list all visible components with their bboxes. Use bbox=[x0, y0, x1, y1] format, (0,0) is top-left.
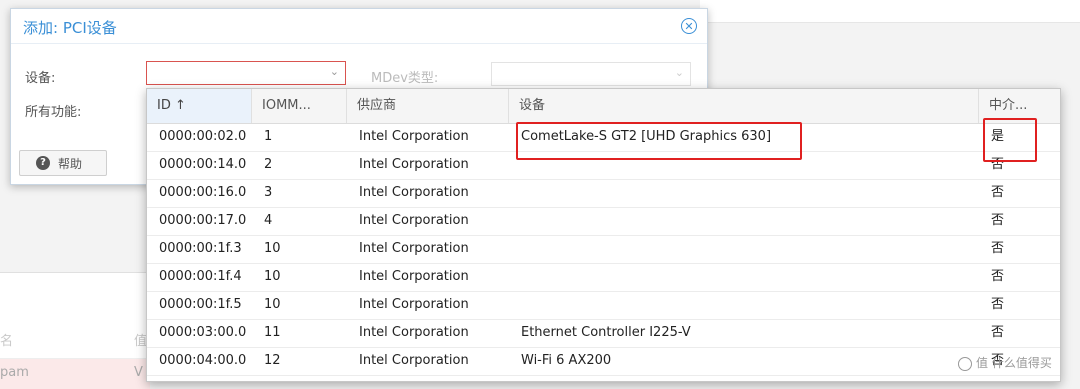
background-row-name: pam bbox=[0, 365, 29, 380]
cell-vendor: Intel Corporation bbox=[359, 269, 469, 284]
mdev-highlight-box bbox=[983, 118, 1037, 162]
cell-iommu: 12 bbox=[264, 353, 281, 368]
chevron-down-icon: ⌄ bbox=[674, 66, 684, 79]
cell-iommu: 3 bbox=[264, 185, 273, 200]
question-icon: ? bbox=[36, 156, 50, 170]
cell-mdev: 否 bbox=[991, 185, 1005, 200]
column-header-device[interactable]: 设备 bbox=[509, 89, 979, 123]
cell-vendor: Intel Corporation bbox=[359, 353, 469, 368]
cell-id: 0000:00:14.0 bbox=[159, 157, 247, 172]
cell-mdev: 否 bbox=[991, 325, 1005, 340]
table-row[interactable]: 0000:00:1f.4 10 Intel Corporation 否 bbox=[147, 263, 1060, 292]
cell-id: 0000:00:17.0 bbox=[159, 213, 247, 228]
cell-vendor: Intel Corporation bbox=[359, 241, 469, 256]
dialog-header: 添加: PCI设备 ✕ bbox=[11, 9, 707, 44]
watermark-text: 值 什么值得买 bbox=[976, 356, 1052, 370]
cell-mdev: 否 bbox=[991, 297, 1005, 312]
cell-id: 0000:00:16.0 bbox=[159, 185, 247, 200]
cell-device bbox=[509, 207, 979, 235]
column-header-iommu[interactable]: IOMM... bbox=[252, 89, 347, 123]
cell-iommu: 10 bbox=[264, 269, 281, 284]
cell-vendor: Intel Corporation bbox=[359, 129, 469, 144]
cell-iommu: 10 bbox=[264, 241, 281, 256]
table-row[interactable]: 0000:00:1f.5 10 Intel Corporation 否 bbox=[147, 291, 1060, 320]
cell-device bbox=[509, 291, 979, 319]
cell-iommu: 10 bbox=[264, 297, 281, 312]
cell-device: Ethernet Controller I225-V bbox=[521, 325, 691, 340]
mdev-type-select[interactable]: ⌄ bbox=[491, 62, 691, 86]
cell-iommu: 4 bbox=[264, 213, 273, 228]
cell-iommu: 1 bbox=[264, 129, 273, 144]
table-row[interactable]: 0000:00:17.0 4 Intel Corporation 否 bbox=[147, 207, 1060, 236]
cell-vendor: Intel Corporation bbox=[359, 157, 469, 172]
cell-vendor: Intel Corporation bbox=[359, 185, 469, 200]
device-highlight-box bbox=[516, 122, 802, 160]
all-functions-label: 所有功能: bbox=[25, 105, 82, 120]
device-dropdown-grid: ID ↑ IOMM... 供应商 设备 中介... 0000:00:02.0 1 I… bbox=[146, 88, 1061, 382]
column-header-id[interactable]: ID ↑ bbox=[147, 89, 252, 123]
cell-mdev: 否 bbox=[991, 269, 1005, 284]
table-row[interactable]: 0000:00:1f.3 10 Intel Corporation 否 bbox=[147, 235, 1060, 264]
dialog-title: 添加: PCI设备 bbox=[23, 19, 117, 37]
background-column-name: 名 bbox=[0, 334, 14, 349]
background-toolbar bbox=[700, 0, 1080, 23]
cell-device: Wi-Fi 6 AX200 bbox=[521, 353, 612, 368]
cell-id: 0000:00:1f.3 bbox=[159, 241, 242, 256]
help-button[interactable]: ? 帮助 bbox=[19, 150, 107, 176]
cell-id: 0000:00:02.0 bbox=[159, 129, 247, 144]
table-row[interactable]: 0000:04:00.0 12 Intel Corporation Wi-Fi 6 A… bbox=[147, 347, 1060, 376]
cell-vendor: Intel Corporation bbox=[359, 297, 469, 312]
cell-iommu: 2 bbox=[264, 157, 273, 172]
watermark-logo-icon bbox=[958, 356, 972, 371]
help-button-label: 帮助 bbox=[58, 157, 83, 171]
close-icon[interactable]: ✕ bbox=[681, 18, 697, 34]
cell-id: 0000:00:1f.5 bbox=[159, 297, 242, 312]
cell-device bbox=[509, 179, 979, 207]
table-header: ID ↑ IOMM... 供应商 设备 中介... bbox=[147, 89, 1060, 124]
column-header-vendor[interactable]: 供应商 bbox=[347, 89, 509, 123]
cell-mdev: 否 bbox=[991, 241, 1005, 256]
cell-id: 0000:03:00.0 bbox=[159, 325, 247, 340]
chevron-down-icon: ⌄ bbox=[329, 65, 339, 78]
watermark: 值 什么值得买 bbox=[958, 354, 1052, 371]
cell-vendor: Intel Corporation bbox=[359, 213, 469, 228]
cell-mdev: 否 bbox=[991, 213, 1005, 228]
device-label: 设备: bbox=[25, 71, 56, 86]
background-row[interactable]: pam V bbox=[0, 358, 150, 389]
cell-device bbox=[509, 235, 979, 263]
cell-id: 0000:00:1f.4 bbox=[159, 269, 242, 284]
device-select[interactable]: ⌄ bbox=[146, 61, 346, 85]
cell-vendor: Intel Corporation bbox=[359, 325, 469, 340]
table-row[interactable]: 0000:03:00.0 11 Intel Corporation Ethernet … bbox=[147, 319, 1060, 348]
mdev-type-label: MDev类型: bbox=[371, 71, 439, 86]
cell-id: 0000:04:00.0 bbox=[159, 353, 247, 368]
cell-device bbox=[509, 263, 979, 291]
background-row-value: V bbox=[134, 365, 143, 380]
cell-iommu: 11 bbox=[264, 325, 281, 340]
table-row[interactable]: 0000:00:16.0 3 Intel Corporation 否 bbox=[147, 179, 1060, 208]
